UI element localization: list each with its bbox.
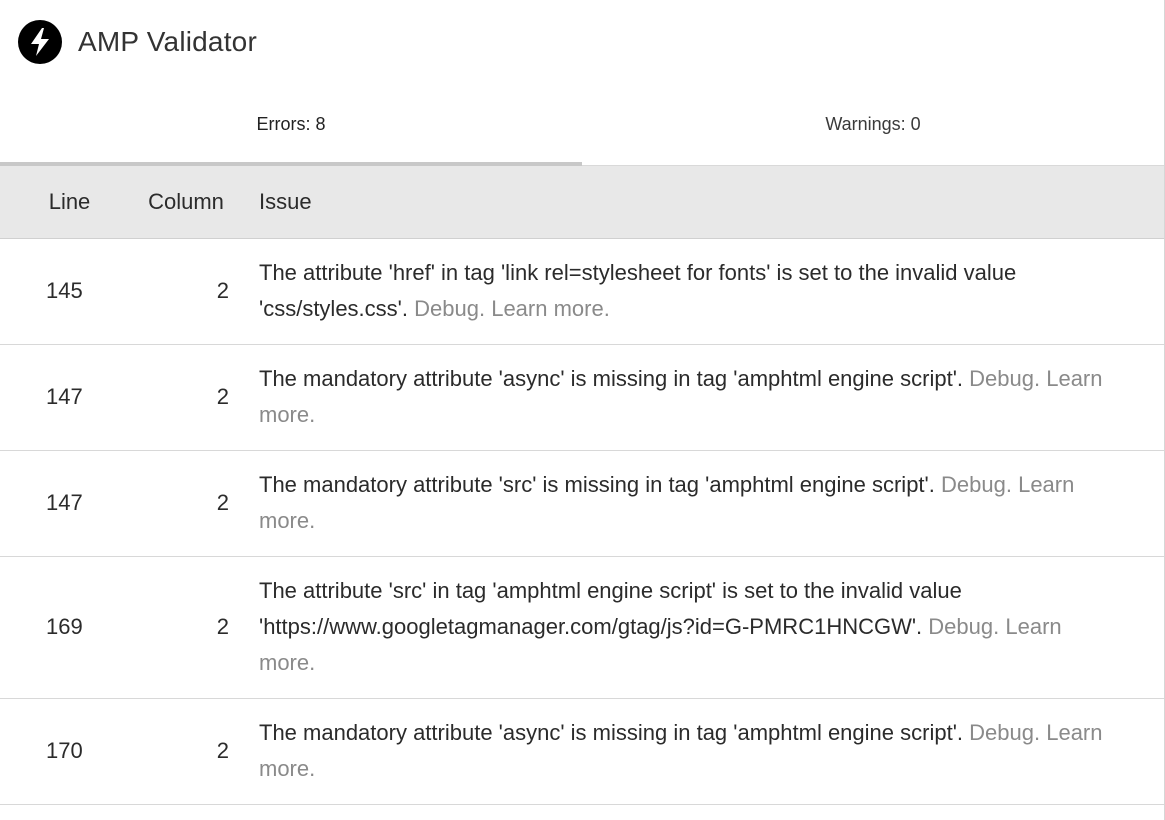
issue-text: The mandatory attribute 'async' is missi… [241, 344, 1164, 451]
issue-text: The attribute 'src' in tag 'amphtml engi… [241, 556, 1164, 699]
tab-errors[interactable]: Errors: 8 [0, 84, 582, 166]
line-number: 147 [0, 450, 130, 557]
column-header-issue[interactable]: Issue [241, 166, 1164, 239]
issues-table-body: 145 2 The attribute 'href' in tag 'link … [0, 238, 1164, 805]
table-header-row: Line Column Issue [0, 166, 1164, 239]
line-number: 147 [0, 344, 130, 451]
debug-link[interactable]: Debug [969, 366, 1034, 391]
column-number: 2 [130, 698, 241, 805]
column-number: 2 [130, 450, 241, 557]
lightning-bolt-icon [31, 28, 49, 56]
header: AMP Validator [0, 0, 1164, 84]
issue-text: The attribute 'href' in tag 'link rel=st… [241, 238, 1164, 345]
debug-link[interactable]: Debug [941, 472, 1006, 497]
table-row: 169 2 The attribute 'src' in tag 'amphtm… [0, 556, 1164, 699]
table-row: 170 2 The mandatory attribute 'async' is… [0, 698, 1164, 805]
debug-link[interactable]: Debug [928, 614, 993, 639]
tab-bar: Errors: 8 Warnings: 0 [0, 84, 1164, 166]
issue-message: The attribute 'href' in tag 'link rel=st… [259, 259, 1017, 321]
line-number: 145 [0, 238, 130, 345]
learn-more-link[interactable]: Learn more [491, 296, 604, 321]
amp-lightning-bolt-icon [18, 20, 62, 64]
table-row: 147 2 The mandatory attribute 'async' is… [0, 344, 1164, 451]
debug-link[interactable]: Debug [969, 720, 1034, 745]
app-title: AMP Validator [78, 26, 257, 57]
issue-message: The mandatory attribute 'async' is missi… [259, 365, 963, 391]
column-number: 2 [130, 344, 241, 451]
issue-message: The mandatory attribute 'src' is missing… [259, 471, 935, 497]
column-number: 2 [130, 556, 241, 699]
amp-validator-panel: AMP Validator Errors: 8 Warnings: 0 Line… [0, 0, 1165, 820]
table-row: 147 2 The mandatory attribute 'src' is m… [0, 450, 1164, 557]
issue-text: The mandatory attribute 'src' is missing… [241, 450, 1164, 557]
column-header-line[interactable]: Line [0, 166, 130, 239]
issue-message: The attribute 'src' in tag 'amphtml engi… [259, 577, 962, 639]
issue-text: The mandatory attribute 'async' is missi… [241, 698, 1164, 805]
line-number: 169 [0, 556, 130, 699]
column-header-column[interactable]: Column [130, 166, 241, 239]
issues-table: Line Column Issue 145 2 The attribute 'h… [0, 166, 1164, 805]
tab-warnings[interactable]: Warnings: 0 [582, 84, 1164, 165]
table-row: 145 2 The attribute 'href' in tag 'link … [0, 238, 1164, 345]
line-number: 170 [0, 698, 130, 805]
debug-link[interactable]: Debug [414, 296, 479, 321]
column-number: 2 [130, 238, 241, 345]
issue-message: The mandatory attribute 'async' is missi… [259, 719, 963, 745]
